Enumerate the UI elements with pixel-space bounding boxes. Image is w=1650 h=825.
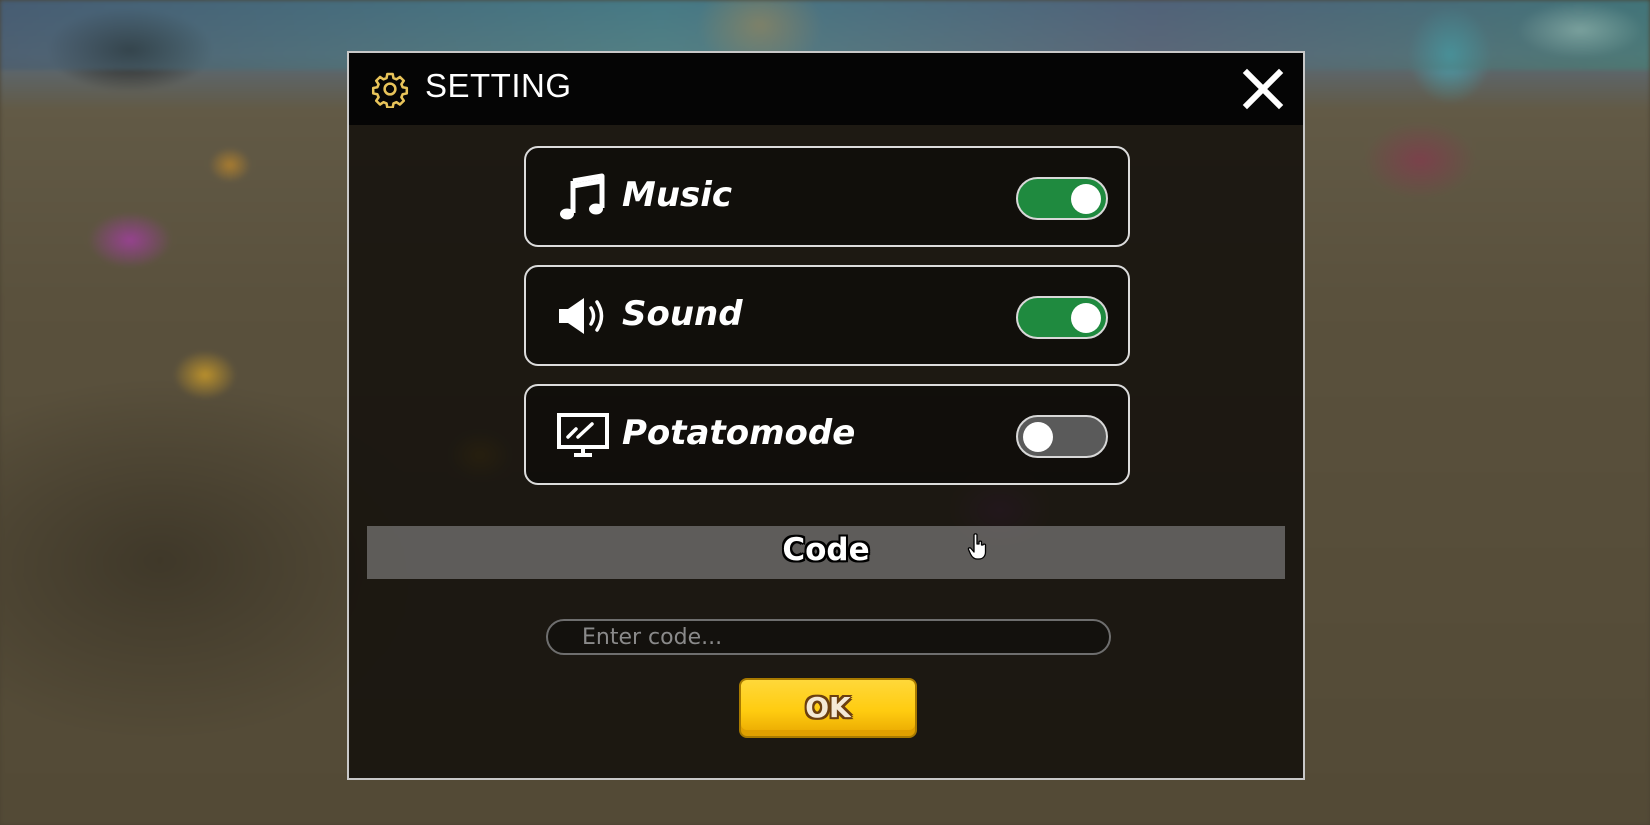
code-input[interactable] bbox=[546, 619, 1111, 655]
dialog-header: SETTING bbox=[349, 53, 1303, 125]
speaker-icon bbox=[559, 298, 604, 334]
setting-row-sound: Sound bbox=[524, 265, 1130, 366]
setting-label-music: Music bbox=[622, 175, 733, 215]
music-toggle[interactable] bbox=[1016, 177, 1108, 220]
setting-row-music: Music bbox=[524, 146, 1130, 247]
ok-button-label: OK bbox=[805, 691, 851, 724]
hand-cursor-icon bbox=[967, 533, 987, 560]
toggle-knob bbox=[1071, 184, 1101, 214]
ok-button[interactable]: OK bbox=[739, 678, 917, 738]
sound-toggle[interactable] bbox=[1016, 296, 1108, 339]
setting-label-potatomode: Potatomode bbox=[622, 413, 856, 453]
settings-dialog: SETTING Music Sound Potatomode Code Ente… bbox=[347, 51, 1305, 780]
monitor-icon bbox=[557, 413, 609, 457]
code-section-header: Code bbox=[367, 526, 1285, 579]
close-icon[interactable] bbox=[1241, 67, 1285, 111]
setting-row-potatomode: Potatomode bbox=[524, 384, 1130, 485]
dialog-title: SETTING bbox=[425, 67, 572, 104]
code-heading: Code bbox=[782, 532, 870, 568]
toggle-knob bbox=[1071, 303, 1101, 333]
potatomode-toggle[interactable] bbox=[1016, 415, 1108, 458]
music-note-icon bbox=[560, 173, 605, 220]
gear-icon bbox=[371, 72, 409, 108]
setting-label-sound: Sound bbox=[622, 294, 743, 334]
toggle-knob bbox=[1023, 422, 1053, 452]
